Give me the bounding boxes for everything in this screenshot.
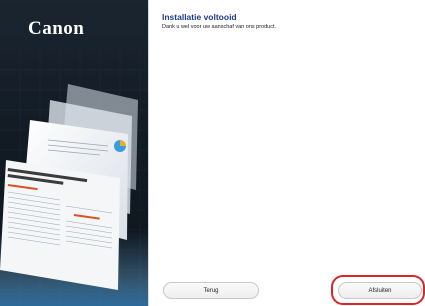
paper-stack-illustration <box>0 84 148 306</box>
content-panel: Installatie voltooid Dank u wel voor uw … <box>149 0 425 306</box>
page-subtitle: Dank u wel voor uw aanschaf van ons prod… <box>162 24 277 30</box>
installer-window: Canon Installatie voltooid Dank u wel vo… <box>0 0 425 306</box>
close-button[interactable]: Afsluiten <box>338 282 422 299</box>
back-button[interactable]: Terug <box>163 282 259 299</box>
brand-sidebar: Canon <box>0 0 148 306</box>
page-title: Installatie voltooid <box>162 12 237 22</box>
